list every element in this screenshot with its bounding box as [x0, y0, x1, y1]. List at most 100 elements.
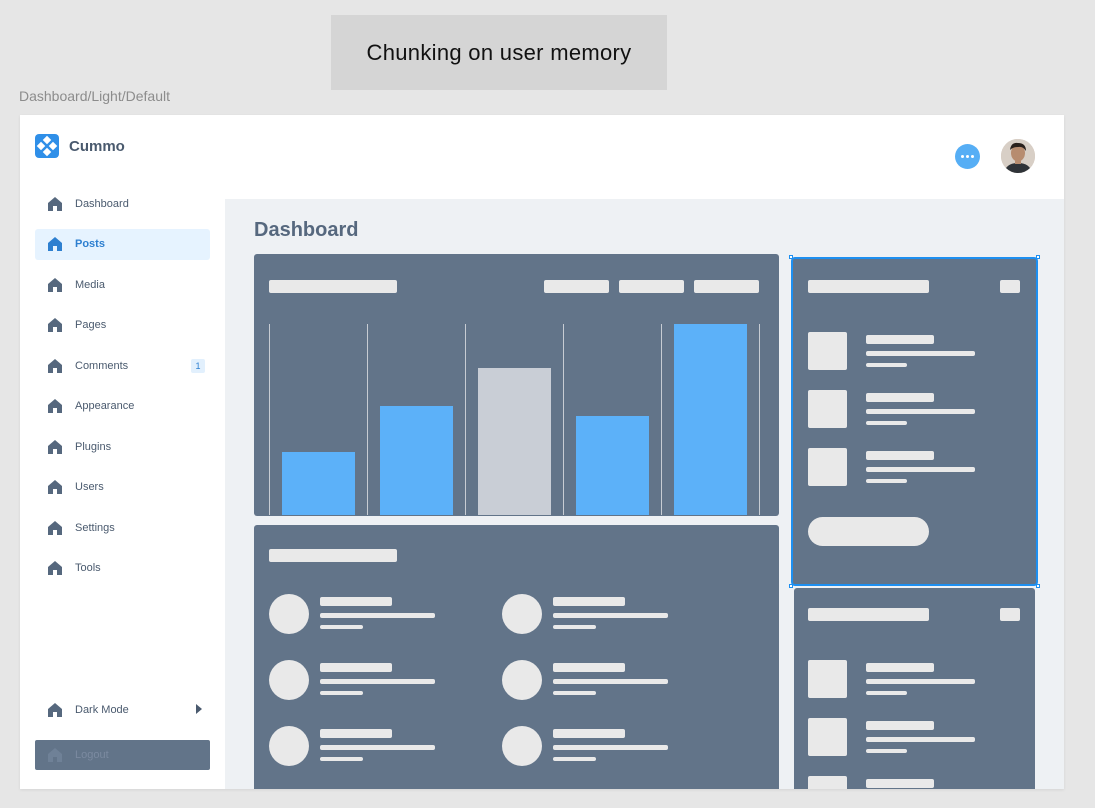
text-line-placeholder — [866, 451, 934, 460]
sidebar-item-label: Dashboard — [75, 197, 129, 210]
chart-bar[interactable] — [674, 324, 747, 515]
avatar-placeholder — [269, 660, 309, 700]
sidebar-item-plugins[interactable]: Plugins — [35, 431, 210, 462]
text-line-placeholder — [553, 729, 625, 738]
chart-bar[interactable] — [478, 368, 551, 515]
text-line-placeholder — [553, 745, 668, 750]
chart-gridline — [465, 324, 466, 515]
text-line-placeholder — [320, 663, 392, 672]
avatar-placeholder — [269, 594, 309, 634]
sidebar-item-label: Posts — [75, 238, 105, 250]
home-icon — [48, 561, 62, 575]
activity-list-card — [254, 525, 779, 789]
dashboard-frame: Cummo Dashboard Posts Media Pages Commen… — [20, 115, 1064, 789]
selected-side-card[interactable] — [789, 255, 1040, 588]
text-line-placeholder — [320, 745, 435, 750]
chat-bubble-icon[interactable] — [955, 144, 980, 169]
side-card — [794, 588, 1035, 789]
sidebar-item-label: Comments — [75, 359, 129, 372]
text-line-placeholder — [553, 691, 596, 695]
text-line-placeholder — [320, 691, 363, 695]
sidebar-item-comments[interactable]: Comments 1 — [35, 350, 210, 381]
sidebar-item-dashboard[interactable]: Dashboard — [35, 188, 210, 219]
text-line-placeholder — [320, 757, 363, 761]
thumbnail-placeholder — [808, 718, 847, 756]
card-menu-button[interactable] — [1000, 280, 1020, 293]
memory-chunking-banner: Chunking on user memory — [331, 15, 667, 90]
brand[interactable]: Cummo — [35, 134, 125, 158]
home-icon — [48, 748, 62, 762]
text-line-placeholder — [866, 721, 934, 730]
text-line-placeholder — [866, 409, 975, 414]
sidebar: Cummo Dashboard Posts Media Pages Commen… — [20, 115, 225, 789]
selection-handle[interactable] — [789, 255, 793, 259]
dark-mode-label: Dark Mode — [75, 703, 129, 716]
sidebar-item-label: Appearance — [75, 400, 135, 412]
sidebar-item-label: Tools — [75, 562, 101, 574]
avatar-placeholder — [502, 594, 542, 634]
text-line-placeholder — [866, 479, 907, 483]
text-line-placeholder — [866, 363, 907, 367]
home-icon — [48, 439, 62, 454]
text-line-placeholder — [866, 393, 934, 402]
avatar-placeholder — [502, 660, 542, 700]
text-line-placeholder — [866, 691, 907, 695]
user-avatar[interactable] — [1001, 139, 1035, 173]
card-title-placeholder — [808, 280, 929, 293]
chart-bar[interactable] — [380, 406, 453, 515]
sidebar-item-pages[interactable]: Pages — [35, 310, 210, 341]
thumbnail-placeholder — [808, 332, 847, 370]
chart-filter-button[interactable] — [694, 280, 759, 293]
card-menu-button[interactable] — [1000, 608, 1020, 621]
text-line-placeholder — [553, 663, 625, 672]
home-icon — [48, 399, 62, 413]
thumbnail-placeholder — [808, 776, 847, 789]
logo-icon — [35, 134, 59, 158]
sidebar-item-tools[interactable]: Tools — [35, 553, 210, 584]
selection-handle[interactable] — [1036, 255, 1040, 259]
text-line-placeholder — [866, 779, 934, 788]
text-line-placeholder — [866, 679, 975, 684]
chart-title-placeholder — [269, 280, 397, 293]
card-action-button[interactable] — [808, 517, 929, 546]
chart-filter-button[interactable] — [544, 280, 609, 293]
home-icon — [48, 277, 62, 292]
brand-name: Cummo — [69, 137, 125, 155]
sidebar-item-users[interactable]: Users — [35, 472, 210, 503]
text-line-placeholder — [866, 737, 975, 742]
logout-label: Logout — [75, 749, 109, 761]
sidebar-item-settings[interactable]: Settings — [35, 512, 210, 543]
top-header — [225, 115, 1064, 199]
home-icon — [48, 318, 62, 332]
thumbnail-placeholder — [808, 660, 847, 698]
chart-gridline — [563, 324, 564, 515]
text-line-placeholder — [866, 421, 907, 425]
sidebar-item-label: Users — [75, 481, 104, 493]
text-line-placeholder — [320, 679, 435, 684]
avatar-placeholder — [269, 726, 309, 766]
chart-gridline — [367, 324, 368, 515]
sidebar-item-posts[interactable]: Posts — [35, 228, 210, 260]
sidebar-item-appearance[interactable]: Appearance — [35, 391, 210, 422]
dark-mode-toggle[interactable]: Dark Mode — [35, 694, 210, 725]
comments-count-badge: 1 — [191, 359, 205, 373]
list-title-placeholder — [269, 549, 397, 562]
sidebar-item-label: Media — [75, 278, 105, 291]
home-icon — [48, 702, 62, 717]
sidebar-item-label: Pages — [75, 319, 107, 331]
chart-bar[interactable] — [282, 452, 355, 515]
home-icon — [48, 196, 62, 211]
chart-bar[interactable] — [576, 416, 649, 515]
text-line-placeholder — [553, 679, 668, 684]
chart-card — [254, 254, 779, 516]
selection-handle[interactable] — [789, 584, 793, 588]
chart-filter-button[interactable] — [619, 280, 684, 293]
logout-button[interactable]: Logout — [35, 740, 210, 770]
sidebar-item-media[interactable]: Media — [35, 269, 210, 300]
selection-handle[interactable] — [1036, 584, 1040, 588]
home-icon — [48, 358, 62, 373]
avatar-portrait — [1001, 139, 1035, 173]
text-line-placeholder — [320, 729, 392, 738]
text-line-placeholder — [320, 613, 435, 618]
sidebar-nav: Dashboard Posts Media Pages Comments 1 A… — [35, 188, 210, 593]
